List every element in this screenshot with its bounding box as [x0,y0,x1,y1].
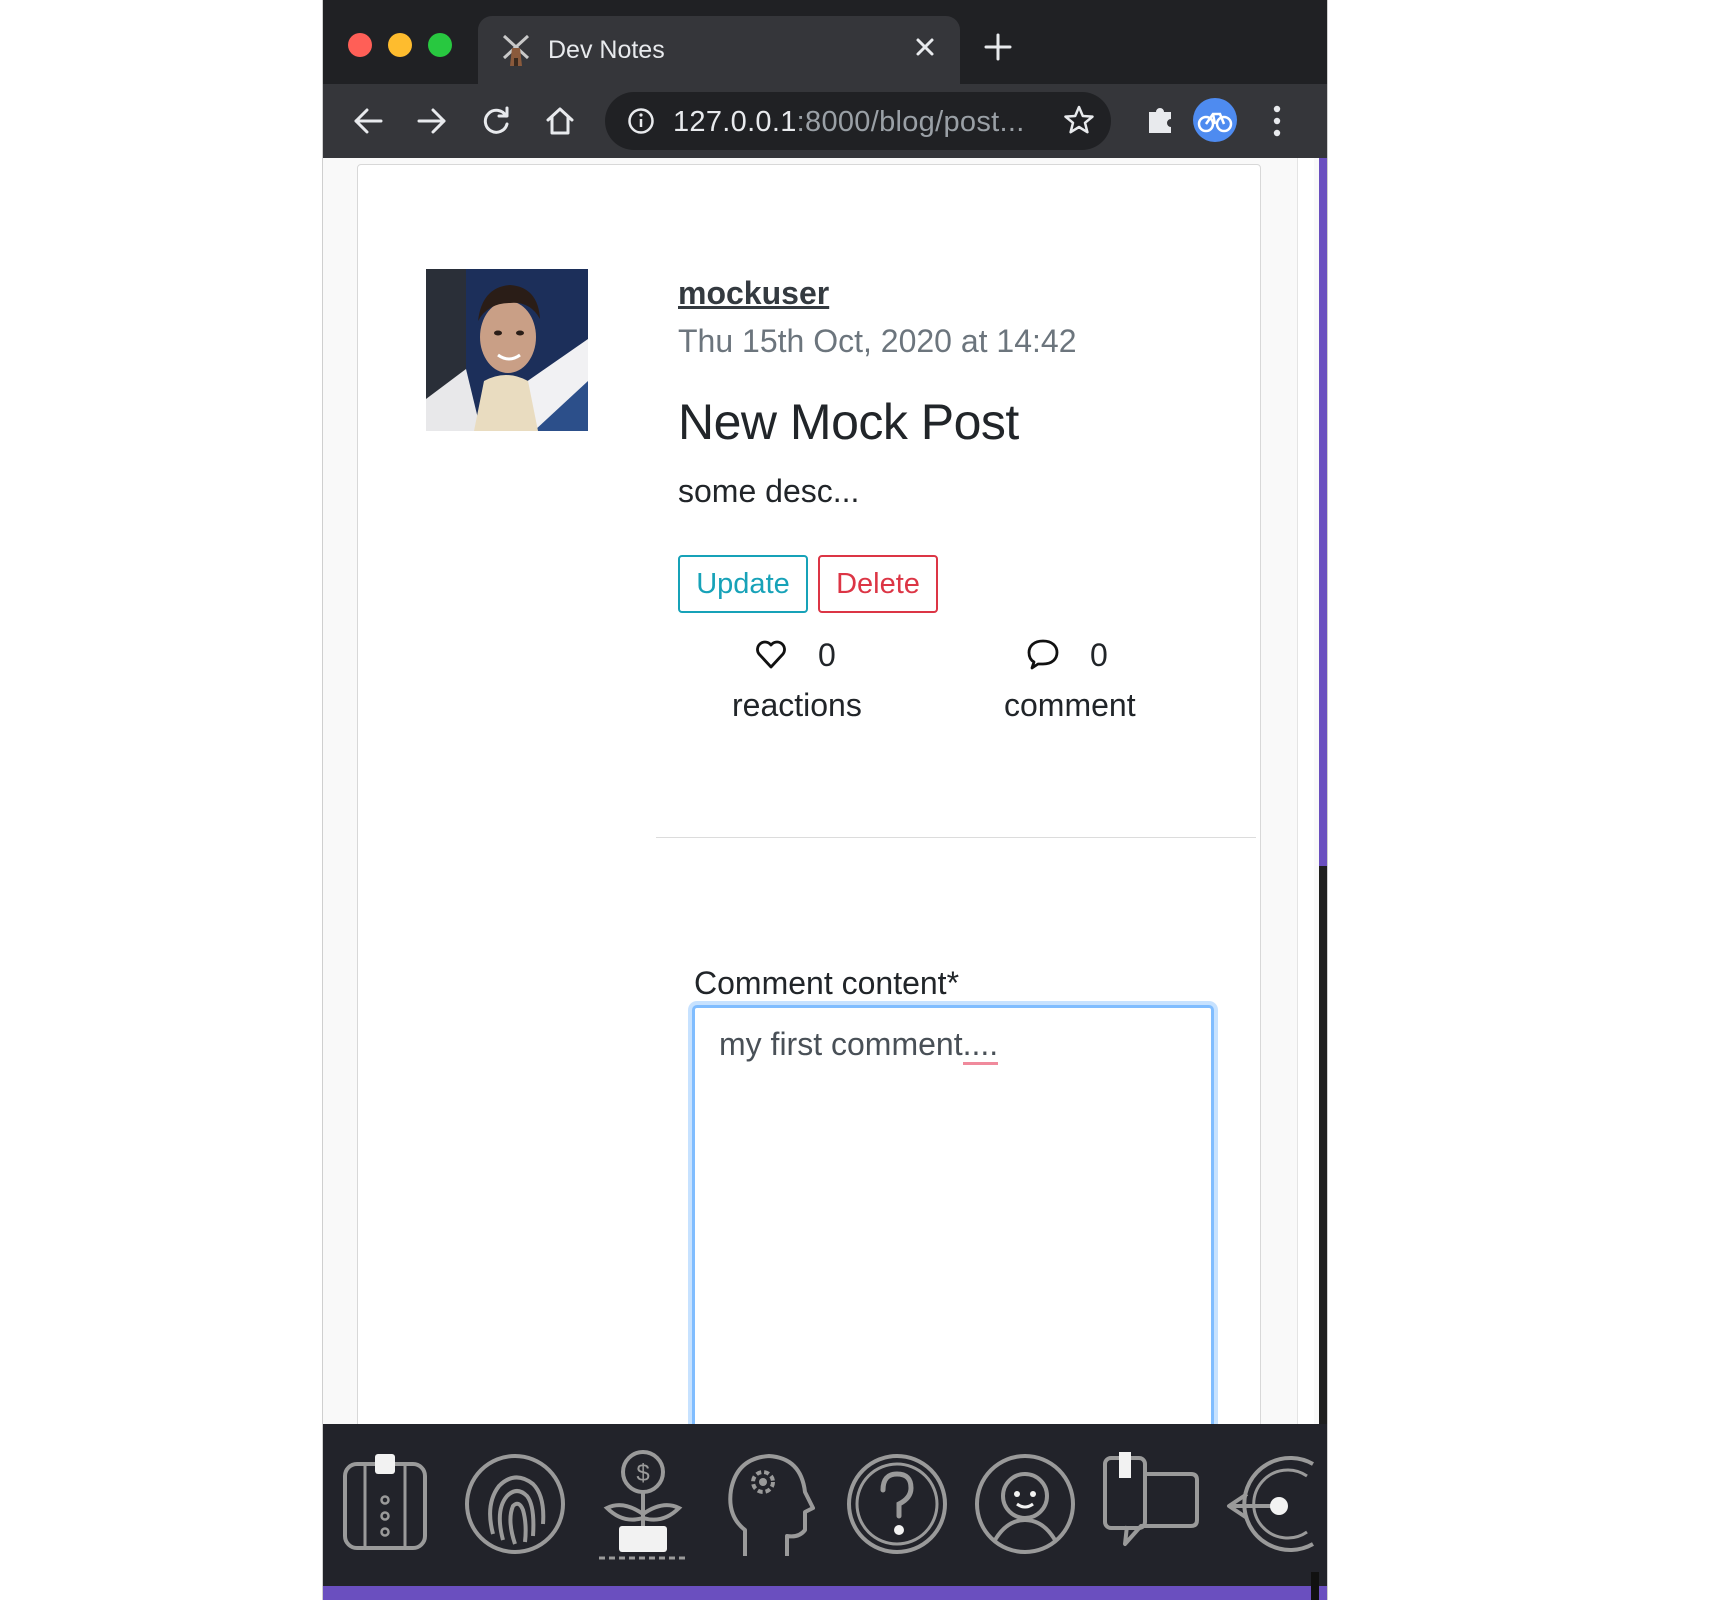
menu-dots-icon[interactable] [1271,104,1283,143]
post-card: mockuser Thu 15th Oct, 2020 at 14:42 New… [357,164,1261,1600]
money-plant-icon[interactable]: $ [595,1444,691,1569]
author-link[interactable]: mockuser [678,275,829,312]
bottom-bar-edge [1311,1572,1319,1600]
bottom-accent-bar [323,1586,1327,1600]
heart-icon[interactable] [754,637,788,676]
book-chat-icon[interactable] [1101,1444,1201,1569]
info-icon[interactable] [627,107,655,140]
browser-window: Dev Notes 127.0.0.1:8000/blog/post... mo… [322,0,1328,1600]
close-window-button[interactable] [348,33,372,57]
profile-bike-icon[interactable] [1193,98,1237,142]
page-viewport: mockuser Thu 15th Oct, 2020 at 14:42 New… [323,158,1327,1600]
tab-title: Dev Notes [548,36,665,64]
gear-head-icon[interactable] [719,1444,815,1569]
close-tab-icon[interactable] [910,32,940,67]
comment-text: my first comment.... [719,1026,999,1065]
url-text: 127.0.0.1:8000/blog/post... [673,106,1025,138]
new-tab-icon[interactable] [983,32,1013,67]
divider [656,837,1256,838]
post-description: some desc... [678,473,860,509]
tab-dev-notes[interactable]: Dev Notes [478,16,960,84]
back-arrow-icon[interactable] [351,104,385,143]
reactions-label: reactions [732,687,862,723]
minimize-window-button[interactable] [388,33,412,57]
author-avatar[interactable] [426,269,588,431]
reactions-count: 0 [818,637,836,673]
speech-bubble-icon[interactable] [1026,637,1060,676]
suit-icon[interactable] [337,1444,433,1569]
maximize-window-button[interactable] [428,33,452,57]
post-title: New Mock Post [678,394,1019,450]
scrollbar-accent[interactable] [1319,158,1327,866]
question-icon[interactable] [845,1444,949,1569]
comments-label: comment [1004,687,1136,723]
update-button[interactable]: Update [678,555,808,613]
forward-arrow-icon[interactable] [415,104,449,143]
svg-text:$: $ [636,1460,649,1487]
extensions-puzzle-icon[interactable] [1143,102,1179,143]
reload-icon[interactable] [479,104,513,143]
comments-count: 0 [1090,637,1108,673]
address-bar[interactable]: 127.0.0.1:8000/blog/post... [605,92,1111,150]
page-right-rail [1297,158,1314,1600]
post-date: Thu 15th Oct, 2020 at 14:42 [678,323,1077,359]
home-icon[interactable] [543,104,577,143]
icon-dock: $ [323,1424,1327,1586]
browser-toolbar: 127.0.0.1:8000/blog/post... [323,84,1327,158]
windmill-icon [500,32,532,73]
delete-button[interactable]: Delete [818,555,938,613]
tab-bar: Dev Notes [323,0,1327,84]
face-avatar-icon[interactable] [973,1444,1077,1569]
exit-icon[interactable] [1223,1444,1319,1569]
fingerprint-icon[interactable] [463,1444,567,1569]
bookmark-star-icon[interactable] [1063,104,1095,141]
comment-content-label: Comment content* [694,965,960,1001]
